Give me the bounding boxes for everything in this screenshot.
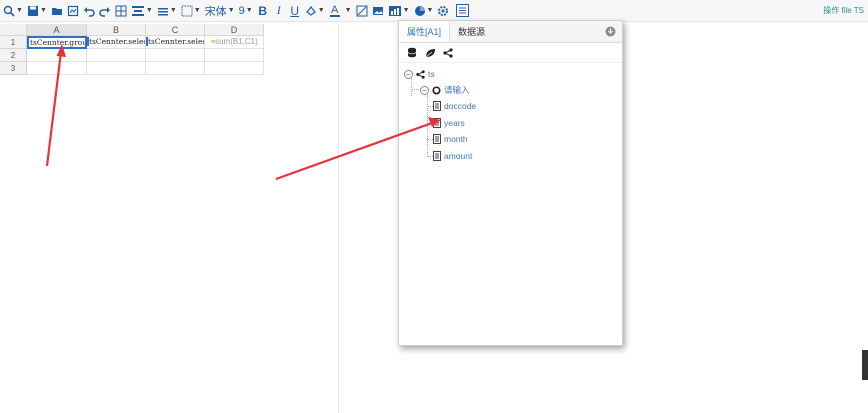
zoom-icon[interactable]: ▼ <box>2 2 24 20</box>
cell-b1-value: tsCennter.selec <box>89 37 146 46</box>
row-header-1[interactable]: 1 <box>0 36 27 49</box>
image-icon[interactable] <box>355 2 369 20</box>
download-icon[interactable] <box>605 26 616 40</box>
spreadsheet-grid: A B C D 1 tsCennter.group tsCennter.sele… <box>0 24 264 75</box>
fill-color-icon[interactable]: ▼ <box>304 2 326 20</box>
cell-a1-value: tsCennter.group <box>30 38 87 47</box>
tree-node-field[interactable]: amount <box>433 149 472 163</box>
cell-a1[interactable]: tsCennter.group <box>27 36 87 49</box>
tab-properties[interactable]: 属性[A1] <box>399 21 451 42</box>
export-icon[interactable] <box>66 2 80 20</box>
font-size-value: 9 <box>238 4 245 17</box>
table-row: 2 <box>0 49 264 62</box>
page-boundary-line <box>338 24 339 413</box>
tree-node-group[interactable]: − 请输入 <box>420 83 470 97</box>
font-select[interactable]: 宋体 ▼ <box>204 2 236 20</box>
tree-connector <box>411 79 412 96</box>
cell-c1[interactable]: tsCennter.selec <box>146 36 205 49</box>
pie-chart-icon[interactable]: ▼ <box>413 2 435 20</box>
font-color-icon[interactable]: A <box>328 2 342 20</box>
tree-node-field[interactable]: doccode <box>433 99 476 113</box>
redo-icon[interactable] <box>98 2 112 20</box>
cell-marker <box>146 37 148 46</box>
cell-marker <box>87 37 89 46</box>
database-icon[interactable] <box>403 45 421 61</box>
font-size-select[interactable]: 9 ▼ <box>238 2 254 20</box>
font-color-label: A <box>330 3 339 16</box>
cell-a3[interactable] <box>27 62 87 75</box>
panel-tabs: 属性[A1] 数据源 <box>399 21 622 43</box>
cell-b2[interactable] <box>87 49 146 62</box>
collapse-icon[interactable]: − <box>404 69 413 79</box>
open-folder-icon[interactable] <box>50 2 64 20</box>
tree-node-label: amount <box>444 151 473 161</box>
chart-icon[interactable]: ▼ <box>387 2 411 20</box>
cell-d1-value: sum(B1,C1) <box>215 37 258 46</box>
column-header-d[interactable]: D <box>205 24 264 36</box>
tree-node-root[interactable]: − ts <box>404 67 435 81</box>
line-spacing-icon[interactable]: ▼ <box>156 2 178 20</box>
italic-icon[interactable]: I <box>272 2 286 20</box>
row-header-3[interactable]: 3 <box>0 62 27 75</box>
tree-connector <box>427 95 428 157</box>
picture-icon[interactable] <box>371 2 385 20</box>
panel-toolbar <box>399 43 622 63</box>
toolbar-right-link[interactable]: 操作 file TS <box>823 5 864 16</box>
column-header-b[interactable]: B <box>87 24 146 36</box>
cell-b3[interactable] <box>87 62 146 75</box>
datasource-panel: 属性[A1] 数据源 − ts − 请输入 doccode years mont… <box>398 20 623 346</box>
cell-c1-value: tsCennter.selec <box>148 37 205 46</box>
cell-c3[interactable] <box>146 62 205 75</box>
bold-label: B <box>258 3 268 18</box>
border-icon[interactable]: ▼ <box>180 2 202 20</box>
tree-node-label: doccode <box>444 101 477 111</box>
grid-corner[interactable] <box>0 24 27 36</box>
underline-label: U <box>290 3 300 18</box>
tree-node-field[interactable]: month <box>433 132 468 146</box>
field-icon <box>433 134 441 144</box>
table-row: 3 <box>0 62 264 75</box>
cell-a2[interactable] <box>27 49 87 62</box>
tree-node-label: years <box>444 118 465 128</box>
tab-datasource[interactable]: 数据源 <box>450 21 493 42</box>
sidebar-toggle-icon[interactable] <box>455 2 470 20</box>
tree-node-label: ts <box>428 69 435 79</box>
cell-d2[interactable] <box>205 49 264 62</box>
cell-d3[interactable] <box>205 62 264 75</box>
leaf-icon[interactable] <box>421 45 439 61</box>
settings-icon[interactable] <box>436 2 450 20</box>
cell-c2[interactable] <box>146 49 205 62</box>
bold-icon[interactable]: B <box>256 2 270 20</box>
share-icon[interactable] <box>439 45 457 61</box>
column-header-a[interactable]: A <box>27 24 87 36</box>
row-header-2[interactable]: 2 <box>0 49 27 62</box>
table-row: 1 tsCennter.group tsCennter.selec tsCenn… <box>0 36 264 49</box>
column-header-c[interactable]: C <box>146 24 205 36</box>
undo-icon[interactable] <box>82 2 96 20</box>
field-icon <box>433 118 441 128</box>
save-icon[interactable]: ▼ <box>26 2 48 20</box>
cell-d1[interactable]: ≡sum(B1,C1) <box>205 36 264 49</box>
tree-node-label: 请输入 <box>444 85 470 95</box>
share-icon <box>416 69 425 79</box>
cube-icon <box>432 85 441 95</box>
tree-node-field[interactable]: years <box>433 116 465 130</box>
field-icon <box>433 101 441 111</box>
collapse-icon[interactable]: − <box>420 85 429 95</box>
tree-node-label: month <box>444 134 468 144</box>
field-icon <box>433 151 441 161</box>
column-header-row: A B C D <box>0 24 264 36</box>
merge-cells-icon[interactable] <box>114 2 128 20</box>
toolbar: ▼ ▼ ▼ ▼ ▼ 宋体 ▼ 9 ▼ B I U ▼ A ▼ ▼ ▼ 操作 fi… <box>0 0 868 22</box>
underline-icon[interactable]: U <box>288 2 302 20</box>
align-icon[interactable]: ▼ <box>130 2 154 20</box>
font-name: 宋体 <box>204 5 227 18</box>
italic-label: I <box>276 3 281 17</box>
edge-widget <box>862 350 868 380</box>
cell-b1[interactable]: tsCennter.selec <box>87 36 146 49</box>
